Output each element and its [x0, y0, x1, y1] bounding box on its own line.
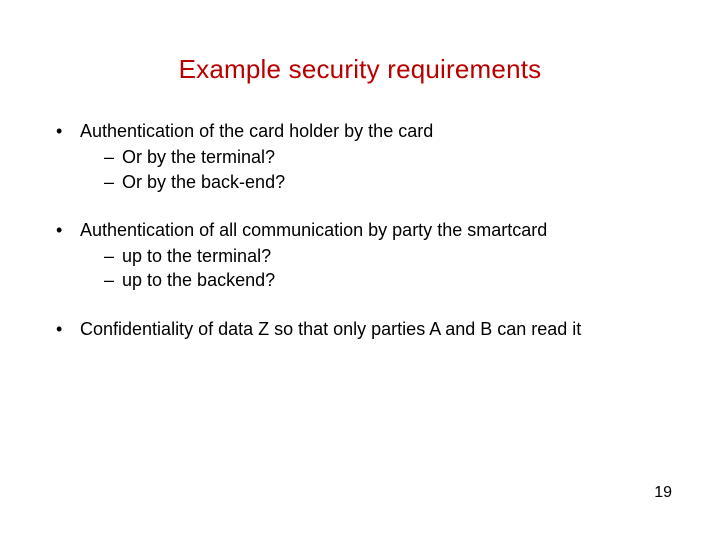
slide-content: Authentication of the card holder by the… [44, 119, 676, 341]
bullet-text: Authentication of the card holder by the… [80, 121, 433, 141]
sub-bullet-list: Or by the terminal? Or by the back-end? [80, 145, 676, 194]
bullet-text: Authentication of all communication by p… [80, 220, 547, 240]
sub-bullet-text: Or by the back-end? [122, 172, 285, 192]
bullet-item: Authentication of all communication by p… [52, 218, 676, 293]
bullet-item: Authentication of the card holder by the… [52, 119, 676, 194]
sub-bullet-item: Or by the back-end? [104, 170, 676, 194]
slide: Example security requirements Authentica… [0, 0, 720, 540]
bullet-text: Confidentiality of data Z so that only p… [80, 319, 581, 339]
sub-bullet-text: up to the backend? [122, 270, 275, 290]
bullet-list: Authentication of the card holder by the… [44, 119, 676, 341]
sub-bullet-text: up to the terminal? [122, 246, 271, 266]
page-number: 19 [654, 484, 672, 502]
sub-bullet-text: Or by the terminal? [122, 147, 275, 167]
sub-bullet-item: Or by the terminal? [104, 145, 676, 169]
slide-title: Example security requirements [44, 54, 676, 85]
bullet-item: Confidentiality of data Z so that only p… [52, 317, 676, 341]
sub-bullet-list: up to the terminal? up to the backend? [80, 244, 676, 293]
sub-bullet-item: up to the backend? [104, 268, 676, 292]
sub-bullet-item: up to the terminal? [104, 244, 676, 268]
